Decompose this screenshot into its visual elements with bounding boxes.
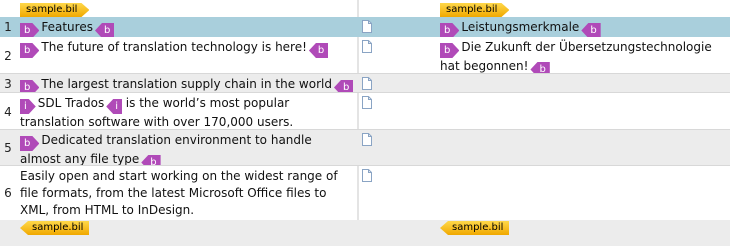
target-cell[interactable]: b Die Zukunft der Übersetzungstechnologie… bbox=[440, 39, 728, 74]
closing-tag[interactable]: b bbox=[308, 43, 329, 58]
source-cell[interactable]: b Features b bbox=[20, 19, 356, 37]
segment-number: 1 bbox=[4, 20, 12, 34]
segment-text: The future of translation technology is … bbox=[41, 40, 307, 54]
source-cell[interactable]: b The future of translation technology is… bbox=[20, 39, 356, 58]
segment-row-1[interactable]: 1 b Features b b Leistungsmerkmale b bbox=[0, 17, 730, 37]
segment-text: SDL Trados bbox=[37, 96, 105, 110]
target-file-end-tag: sample.bil bbox=[440, 221, 510, 235]
segment-text: Features bbox=[41, 20, 93, 34]
segment-status-icon bbox=[362, 133, 372, 146]
target-file-start-tag: sample.bil bbox=[440, 3, 509, 17]
source-file-start-tag: sample.bil bbox=[20, 3, 89, 17]
opening-tag[interactable]: b bbox=[440, 23, 459, 37]
segment-number: 4 bbox=[4, 104, 12, 119]
file-end-row bbox=[0, 220, 730, 246]
segment-number: 3 bbox=[4, 76, 12, 91]
closing-tag[interactable]: b bbox=[94, 23, 115, 37]
opening-tag[interactable]: b bbox=[20, 43, 39, 58]
segment-row-3[interactable]: 3 b The largest translation supply chain … bbox=[0, 74, 730, 93]
segment-row-2[interactable]: 2 b The future of translation technology … bbox=[0, 37, 730, 74]
segment-status-icon bbox=[362, 40, 372, 53]
segment-row-4[interactable]: 4 i SDL Trados i is the world’s most popul… bbox=[0, 93, 730, 130]
opening-tag[interactable]: i bbox=[20, 99, 36, 114]
segment-number: 5 bbox=[4, 141, 12, 155]
segment-text: Die Zukunft der Übersetzungstechnologie … bbox=[440, 40, 712, 73]
opening-tag[interactable]: b bbox=[440, 43, 459, 58]
segment-text: Leistungsmerkmale bbox=[461, 20, 580, 34]
segment-number: 6 bbox=[4, 186, 12, 200]
source-cell[interactable]: b The largest translation supply chain in… bbox=[20, 76, 356, 93]
source-file-end-tag: sample.bil bbox=[20, 221, 90, 235]
segment-text: Dedicated translation environment to han… bbox=[20, 133, 312, 166]
closing-tag[interactable]: i bbox=[106, 99, 122, 114]
segment-row-6[interactable]: 6 Easily open and start working on the w… bbox=[0, 166, 730, 220]
segment-text: Easily open and start working on the wid… bbox=[20, 169, 338, 217]
segment-status-icon bbox=[362, 169, 372, 182]
source-cell[interactable]: i SDL Trados i is the world’s most popular… bbox=[20, 95, 356, 130]
opening-tag[interactable]: b bbox=[20, 23, 39, 37]
closing-tag[interactable]: b bbox=[581, 23, 601, 37]
segment-status-icon bbox=[362, 96, 372, 109]
source-cell[interactable]: b Dedicated translation environment to ha… bbox=[20, 132, 356, 166]
target-cell[interactable]: b Leistungsmerkmale b bbox=[440, 19, 728, 37]
segment-status-icon bbox=[362, 77, 372, 90]
source-cell[interactable]: Easily open and start working on the wid… bbox=[20, 168, 356, 219]
opening-tag[interactable]: b bbox=[20, 136, 39, 151]
segment-row-5[interactable]: 5 b Dedicated translation environment to … bbox=[0, 130, 730, 166]
segment-status-icon bbox=[362, 20, 372, 33]
segment-number: 2 bbox=[4, 48, 12, 63]
segment-text: The largest translation supply chain in … bbox=[41, 77, 332, 91]
